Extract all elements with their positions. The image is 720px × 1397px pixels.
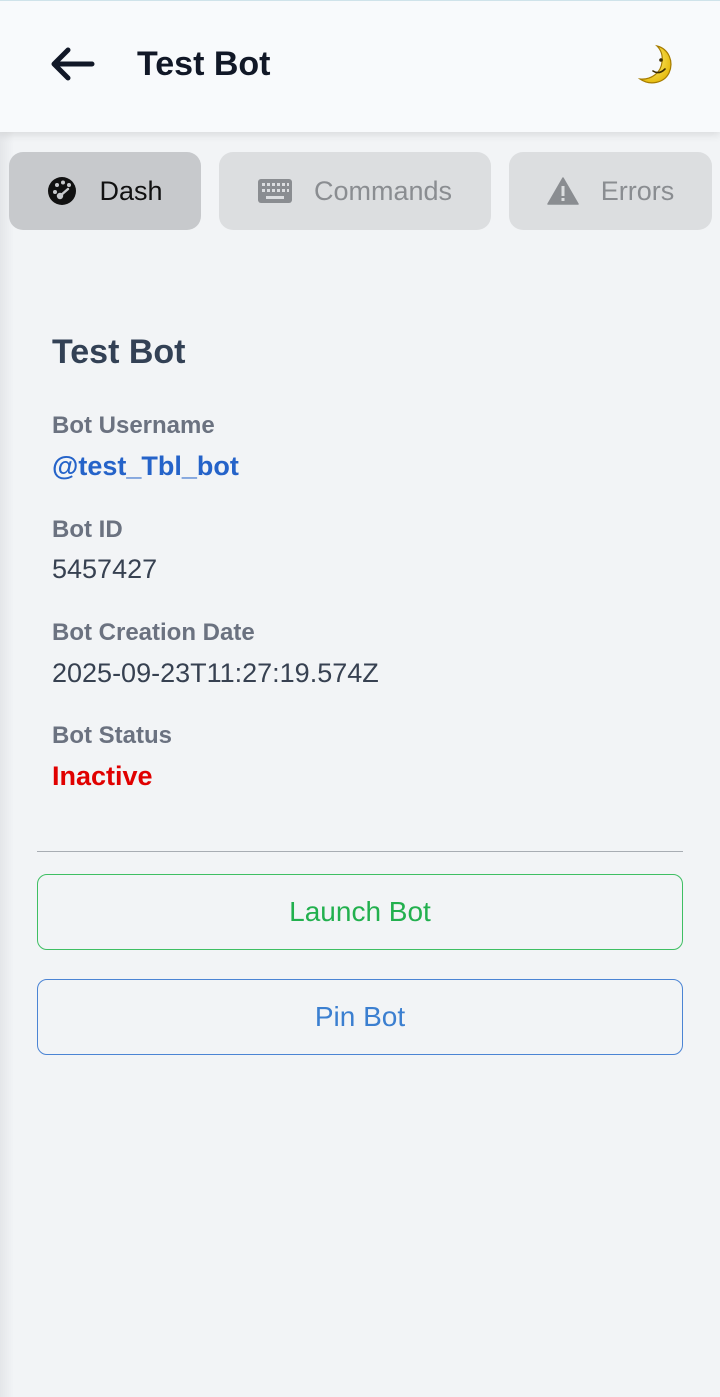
bot-status-label: Bot Status bbox=[52, 722, 172, 749]
bot-id-label: Bot ID bbox=[52, 516, 123, 543]
arrow-left-icon bbox=[48, 46, 96, 87]
bot-id-value: 5457427 bbox=[52, 554, 158, 584]
tab-commands-label: Commands bbox=[313, 175, 453, 206]
tab-errors-label: Errors bbox=[600, 175, 675, 206]
tab-commands[interactable]: Commands bbox=[219, 152, 491, 230]
dashboard-gauge-icon bbox=[47, 176, 77, 206]
page-title: Test Bot bbox=[137, 45, 271, 83]
pin-bot-button[interactable]: Pin Bot bbox=[37, 979, 683, 1055]
app-screen: Test Bot Dash Commands Errors Test Bot B… bbox=[0, 0, 720, 1397]
bot-creation-date-value: 2025-09-23T11:27:19.574Z bbox=[52, 658, 379, 688]
bot-name-heading: Test Bot bbox=[52, 333, 186, 371]
launch-bot-button[interactable]: Launch Bot bbox=[37, 874, 683, 950]
theme-toggle-button[interactable] bbox=[628, 41, 682, 93]
tab-errors[interactable]: Errors bbox=[509, 152, 712, 230]
crescent-moon-icon bbox=[635, 44, 675, 91]
tab-dash[interactable]: Dash bbox=[9, 152, 201, 230]
warning-icon bbox=[547, 177, 579, 205]
bot-status-value: Inactive bbox=[52, 761, 153, 791]
keyboard-icon bbox=[257, 179, 292, 203]
divider bbox=[37, 851, 683, 852]
tab-dash-label: Dash bbox=[99, 175, 163, 206]
back-button[interactable] bbox=[44, 41, 100, 91]
bot-creation-date-label: Bot Creation Date bbox=[52, 619, 255, 646]
app-header: Test Bot bbox=[0, 0, 720, 132]
bot-username-label: Bot Username bbox=[52, 412, 215, 439]
bot-username-link[interactable]: @test_Tbl_bot bbox=[52, 451, 239, 482]
